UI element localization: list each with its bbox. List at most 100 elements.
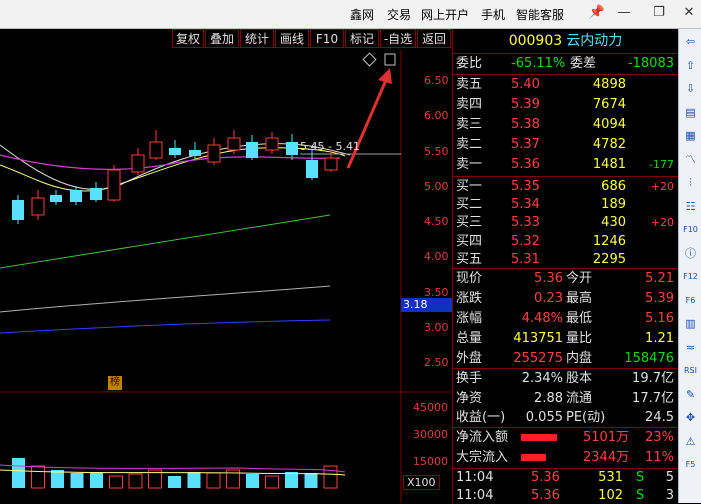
stat-row: 收益(一) 0.055 PE(动) 24.5 [453, 408, 678, 428]
close-button[interactable]: ✕ [680, 4, 698, 22]
candle-body [70, 190, 82, 202]
order-book-row[interactable]: 卖五 5.40 4898 [453, 75, 678, 94]
flow-bar [521, 454, 546, 461]
order-book-row[interactable]: 买四 5.32 1246 [453, 232, 678, 251]
tick-time: 11:04 [456, 470, 494, 485]
stat-row: 涨幅 4.48% 最低 5.16 [453, 309, 678, 329]
stat-value: 0.23 [534, 291, 563, 306]
stat-label: 股本 [566, 371, 593, 386]
order-book-row[interactable]: 买二 5.34 189 [453, 195, 678, 214]
back-button[interactable]: 返回 [417, 29, 451, 48]
order-book-row[interactable]: 卖四 5.39 7674 [453, 95, 678, 114]
ma-line-green [0, 214, 331, 269]
stat-row: 总量 413751 量比 1.21 [453, 329, 678, 349]
list-icon[interactable]: ☷ [682, 198, 699, 215]
wave-icon[interactable]: ≈ [682, 339, 699, 356]
quote-panel: 000903 云内动力 委比 -65.11% 委差 -18083 卖五 5.40 4… [452, 29, 678, 503]
info-icon[interactable]: ⓘ [682, 245, 699, 262]
tick-side: S [636, 470, 645, 485]
menu-customer-service[interactable]: 智能客服 [516, 6, 564, 23]
order-volume: 430 [601, 215, 626, 231]
f10-button[interactable]: F10 [310, 29, 344, 48]
order-label: 卖一 [456, 157, 483, 172]
stat-label: 量比 [566, 331, 593, 346]
stat-row: 换手 2.34% 股本 19.7亿 [453, 369, 678, 389]
order-price: 5.32 [511, 233, 540, 249]
stat-label: 今开 [566, 271, 593, 286]
weibi-label: 委比 [456, 56, 483, 71]
stat-label: 流通 [566, 390, 593, 406]
order-book-row[interactable]: 卖二 5.37 4782 [453, 135, 678, 154]
f6-icon[interactable]: F6 [682, 292, 699, 309]
grid-icon[interactable]: ▥ [682, 315, 699, 332]
order-change: +20 [650, 180, 674, 193]
order-change: -177 [649, 158, 674, 171]
order-change: +20 [650, 216, 674, 230]
kline-icon[interactable]: ⫶ [682, 174, 699, 191]
annotation-arrow [346, 79, 388, 169]
move-icon[interactable]: ✥ [682, 409, 699, 426]
stat-row: 净资 2.88 流通 17.7亿 [453, 389, 678, 409]
f12-icon[interactable]: F12 [682, 268, 699, 285]
menu-xinwang[interactable]: 鑫网 [350, 6, 374, 23]
order-book-row[interactable]: 买三 5.33 430 +20 [453, 213, 678, 232]
order-price: 5.38 [511, 117, 540, 132]
pin-icon[interactable]: 📌 [588, 4, 606, 22]
stat-value: 5.21 [645, 271, 674, 286]
arrow-left-icon[interactable]: ⇦ [682, 33, 699, 50]
menu-trade[interactable]: 交易 [387, 6, 411, 23]
volume-bar [206, 472, 221, 489]
fuquan-button[interactable]: 复权 [172, 29, 204, 48]
rsi-icon[interactable]: RSI [682, 362, 699, 379]
menu-mobile[interactable]: 手机 [481, 6, 505, 23]
line-chart-icon[interactable]: 〽 [682, 151, 699, 168]
watchlist-button[interactable]: -自选 [380, 29, 416, 48]
stat-row: 现价 5.36 今开 5.21 [453, 269, 678, 289]
volume-bar [187, 472, 201, 488]
f5-icon[interactable]: F5 [682, 456, 699, 473]
stock-name: 云内动力 [566, 33, 623, 49]
flow-row: 大宗流入 2344万 11% [453, 448, 678, 468]
maximize-button[interactable]: ❐ [650, 4, 668, 22]
price-tick: 5.50 [424, 145, 449, 158]
mark-button[interactable]: 标记 [345, 29, 379, 48]
order-book-row[interactable]: 买五 5.31 2295 [453, 250, 678, 269]
range-label: 5.45 - 5.41 [300, 140, 360, 153]
order-label: 卖三 [456, 117, 483, 132]
panel-toggle-icon[interactable] [384, 53, 396, 66]
diamond-icon[interactable] [362, 52, 377, 67]
order-label: 买一 [456, 179, 483, 194]
f10-icon[interactable]: F10 [682, 221, 699, 238]
kline-chart[interactable]: 6.50 6.00 5.50 5.00 4.50 4.00 3.50 3.00 … [0, 50, 453, 503]
tick-volume: 531 [598, 470, 623, 485]
order-book-row[interactable]: 买一 5.35 686 +20 [453, 177, 678, 196]
volume-bar [90, 472, 103, 488]
minimize-button[interactable]: — [615, 4, 633, 22]
tick-count: 3 [665, 488, 674, 503]
draw-line-button[interactable]: 画线 [275, 29, 309, 48]
weibi-value: -65.11% [511, 56, 566, 71]
order-label: 买五 [456, 251, 483, 267]
arrow-up-icon[interactable]: ⇧ [682, 57, 699, 74]
order-price: 5.34 [511, 197, 540, 213]
annotation-arrowhead [378, 68, 392, 84]
overlay-button[interactable]: 叠加 [205, 29, 239, 48]
table-icon[interactable]: ▦ [682, 127, 699, 144]
report-icon[interactable]: ▤ [682, 104, 699, 121]
stats-button[interactable]: 统计 [240, 29, 274, 48]
stat-value: 0.055 [525, 410, 563, 425]
brush-icon[interactable]: ✎ [682, 386, 699, 403]
flow-label: 净流入额 [456, 430, 509, 445]
ranking-badge[interactable]: 榜 [108, 376, 122, 390]
warning-icon[interactable]: ⚠ [682, 433, 699, 450]
stat-value: 17.7亿 [632, 390, 674, 406]
tick-side: S [636, 488, 645, 503]
order-book-row[interactable]: 卖三 5.38 4094 [453, 115, 678, 134]
volume-tick: 45000 [413, 401, 448, 414]
volume-unit-label: X100 [403, 475, 440, 490]
menu-online-account[interactable]: 网上开户 [421, 6, 469, 23]
stat-label: 涨跌 [456, 291, 483, 306]
arrow-down-icon[interactable]: ⇩ [682, 80, 699, 97]
volume-bar [70, 473, 84, 488]
order-book-row[interactable]: 卖一 5.36 1481 -177 [453, 155, 678, 174]
